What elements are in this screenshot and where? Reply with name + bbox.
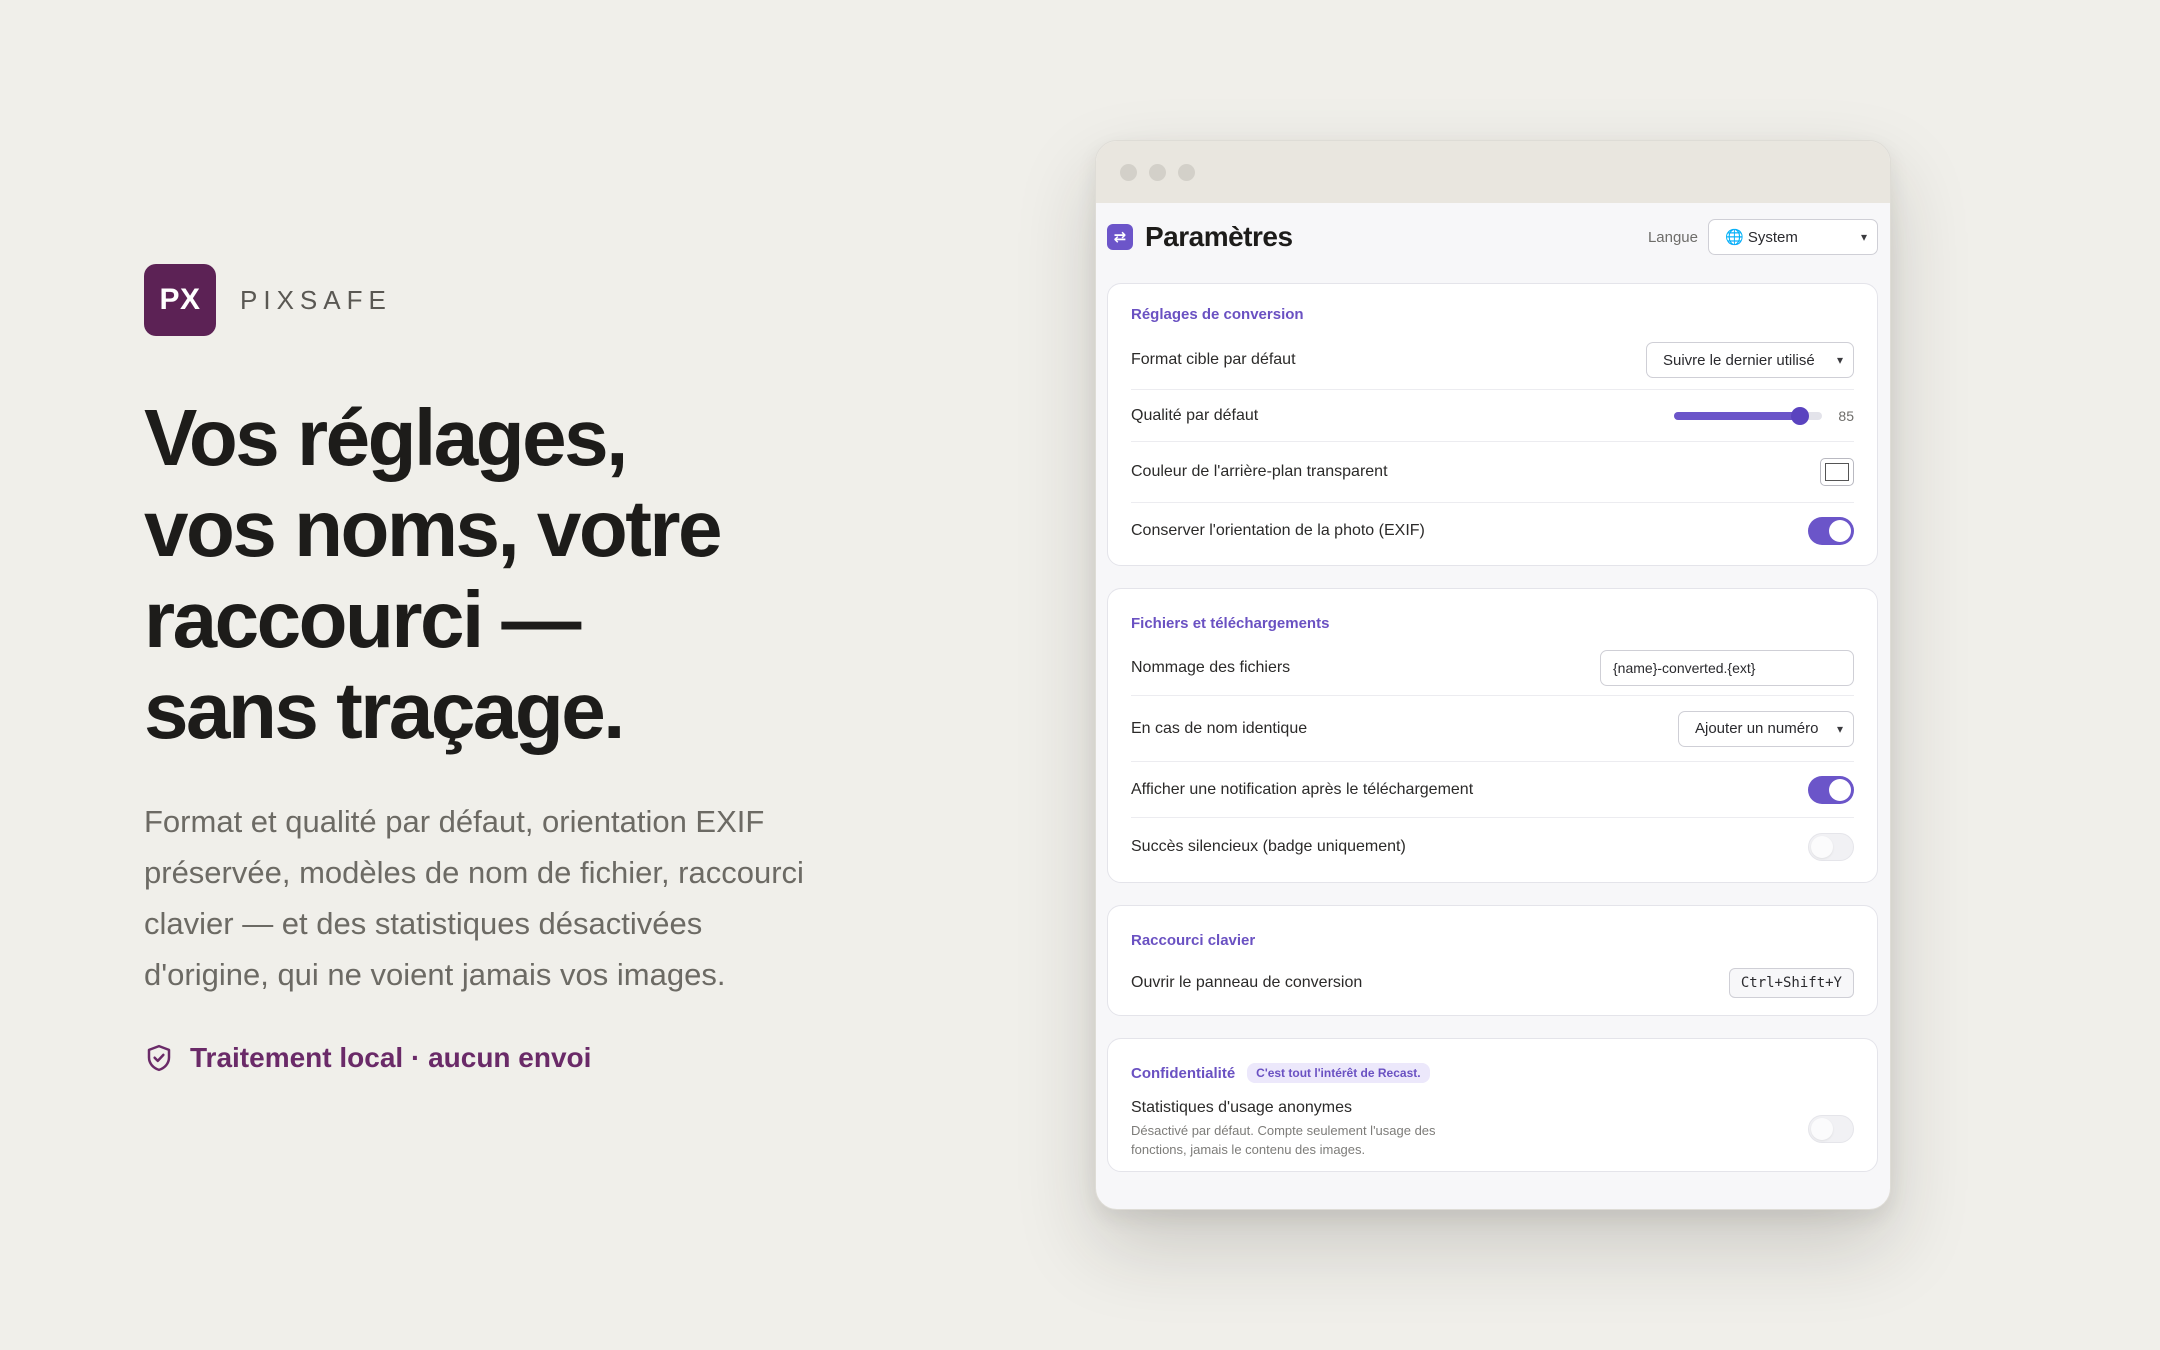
brand: PX PIXSAFE bbox=[144, 264, 904, 336]
usage-stats-toggle[interactable] bbox=[1808, 1115, 1854, 1143]
headline-line: raccourci — bbox=[144, 575, 581, 664]
conversion-settings-card: Réglages de conversion Format cible par … bbox=[1107, 283, 1878, 566]
subtitle-line: d'origine, qui ne voient jamais vos imag… bbox=[144, 957, 726, 992]
bg-color-picker[interactable] bbox=[1820, 458, 1854, 486]
color-swatch bbox=[1825, 463, 1849, 481]
notify-toggle[interactable] bbox=[1808, 775, 1854, 804]
privacy-badge: C'est tout l'intérêt de Recast. bbox=[1247, 1063, 1430, 1083]
setting-row-notify: Afficher une notification après le téléc… bbox=[1131, 762, 1854, 818]
chevron-down-icon: ▾ bbox=[1836, 353, 1843, 367]
window-close-button[interactable] bbox=[1120, 163, 1137, 181]
subtitle-line: préservée, modèles de nom de fichier, ra… bbox=[144, 855, 804, 890]
convert-icon: ⇄ bbox=[1107, 224, 1133, 250]
setting-description: Désactivé par défaut. Compte seulement l… bbox=[1131, 1121, 1436, 1159]
quality-value: 85 bbox=[1838, 407, 1854, 424]
subtitle: Format et qualité par défaut, orientatio… bbox=[144, 796, 904, 1000]
app-header: ⇄ Paramètres Langue 🌐 System ▾ bbox=[1096, 209, 1890, 265]
language-picker: Langue 🌐 System ▾ bbox=[1648, 219, 1878, 255]
privacy-title: Confidentialité bbox=[1131, 1064, 1236, 1082]
app-title: ⇄ Paramètres bbox=[1107, 221, 1293, 253]
default-format-select[interactable]: Suivre le dernier utilisé ▾ bbox=[1646, 342, 1854, 378]
headline-line: sans traçage. bbox=[144, 666, 625, 755]
language-select-value: 🌐 System bbox=[1725, 229, 1798, 246]
file-naming-input[interactable]: {name}-converted.{ext} bbox=[1600, 649, 1854, 686]
subtitle-line: Format et qualité par défaut, orientatio… bbox=[144, 804, 765, 839]
setting-label: Ouvrir le panneau de conversion bbox=[1131, 974, 1363, 991]
setting-row-bg-color: Couleur de l'arrière-plan transparent bbox=[1131, 442, 1854, 503]
stats-text: Statistiques d'usage anonymes Désactivé … bbox=[1131, 1099, 1436, 1159]
setting-label: En cas de nom identique bbox=[1131, 719, 1308, 737]
section-title: Confidentialité C'est tout l'intérêt de … bbox=[1131, 1063, 1854, 1083]
setting-label: Statistiques d'usage anonymes bbox=[1131, 1099, 1352, 1116]
subtitle-line: clavier — et des statistiques désactivée… bbox=[144, 906, 703, 941]
setting-label: Qualité par défaut bbox=[1131, 406, 1259, 424]
select-value: Suivre le dernier utilisé bbox=[1663, 351, 1815, 369]
exif-toggle[interactable] bbox=[1808, 517, 1854, 545]
hero-section: PX PIXSAFE Vos réglages, vos noms, votre… bbox=[144, 264, 904, 1074]
shield-check-icon bbox=[147, 1044, 171, 1072]
headline-line: vos noms, votre bbox=[144, 484, 723, 573]
quality-slider-thumb[interactable] bbox=[1791, 406, 1810, 425]
chevron-down-icon: ▾ bbox=[1836, 721, 1843, 736]
setting-row-quality: Qualité par défaut 85 bbox=[1131, 390, 1854, 442]
setting-label: Succès silencieux (badge uniquement) bbox=[1131, 838, 1406, 855]
trust-text: Traitement local · aucun envoi bbox=[190, 1042, 592, 1073]
setting-row-shortcut: Ouvrir le panneau de conversion Ctrl+Shi… bbox=[1131, 957, 1854, 1009]
window-titlebar[interactable] bbox=[1096, 141, 1890, 203]
name-conflict-select[interactable]: Ajouter un numéro ▾ bbox=[1678, 710, 1854, 747]
setting-row-silent: Succès silencieux (badge uniquement) bbox=[1131, 818, 1854, 876]
section-title: Raccourci clavier bbox=[1131, 932, 1256, 949]
description-line: fonctions, jamais le contenu des images. bbox=[1131, 1142, 1366, 1157]
files-settings-card: Fichiers et téléchargements Nommage des … bbox=[1107, 588, 1878, 883]
select-value: Ajouter un numéro bbox=[1695, 720, 1819, 737]
page-title: Paramètres bbox=[1145, 221, 1293, 252]
headline-line: Vos réglages, bbox=[144, 393, 628, 482]
description-line: Désactivé par défaut. Compte seulement l… bbox=[1131, 1123, 1436, 1138]
brand-logo: PX bbox=[144, 264, 216, 336]
quality-slider[interactable] bbox=[1674, 406, 1823, 425]
quality-slider-fill bbox=[1674, 411, 1801, 420]
setting-row-format: Format cible par défaut Suivre le dernie… bbox=[1131, 331, 1854, 390]
setting-row-exif: Conserver l'orientation de la photo (EXI… bbox=[1131, 503, 1854, 559]
setting-label: Afficher une notification après le téléc… bbox=[1131, 780, 1474, 798]
language-select[interactable]: 🌐 System ▾ bbox=[1708, 219, 1878, 255]
setting-label: Nommage des fichiers bbox=[1131, 658, 1291, 676]
window-maximize-button[interactable] bbox=[1178, 163, 1195, 181]
setting-row-stats: Statistiques d'usage anonymes Désactivé … bbox=[1131, 1091, 1854, 1159]
language-label: Langue bbox=[1647, 228, 1698, 246]
shortcut-settings-card: Raccourci clavier Ouvrir le panneau de c… bbox=[1107, 905, 1878, 1016]
setting-row-naming: Nommage des fichiers {name}-converted.{e… bbox=[1131, 640, 1854, 696]
headline: Vos réglages, vos noms, votre raccourci … bbox=[144, 392, 904, 756]
settings-window: ⇄ Paramètres Langue 🌐 System ▾ Réglages … bbox=[1095, 140, 1891, 1210]
chevron-down-icon: ▾ bbox=[1860, 230, 1867, 244]
silent-success-toggle[interactable] bbox=[1808, 833, 1854, 861]
setting-label: Conserver l'orientation de la photo (EXI… bbox=[1131, 522, 1425, 539]
setting-label: Couleur de l'arrière-plan transparent bbox=[1131, 463, 1388, 480]
quality-control: 85 bbox=[1674, 406, 1854, 425]
privacy-settings-card: Confidentialité C'est tout l'intérêt de … bbox=[1107, 1038, 1878, 1172]
shortcut-key-input[interactable]: Ctrl+Shift+Y bbox=[1728, 968, 1854, 998]
window-minimize-button[interactable] bbox=[1149, 163, 1166, 181]
brand-name: PIXSAFE bbox=[240, 284, 392, 315]
section-title: Réglages de conversion bbox=[1131, 306, 1304, 323]
trust-note: Traitement local · aucun envoi bbox=[144, 1042, 904, 1074]
setting-label: Format cible par défaut bbox=[1131, 351, 1296, 368]
section-title: Fichiers et téléchargements bbox=[1131, 615, 1330, 632]
setting-row-conflict: En cas de nom identique Ajouter un numér… bbox=[1131, 696, 1854, 762]
